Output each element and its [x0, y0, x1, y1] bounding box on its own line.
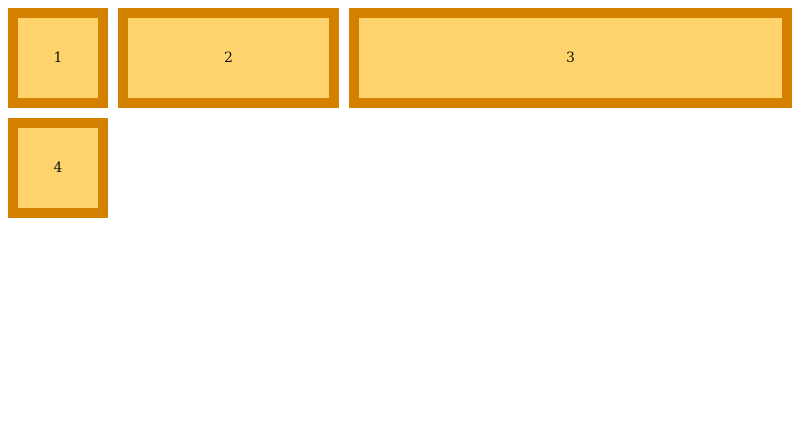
grid-box-2: 2 [118, 8, 339, 108]
grid-box-4: 4 [8, 118, 108, 218]
grid-box-label: 1 [53, 50, 63, 66]
grid-box-3: 3 [349, 8, 792, 108]
grid-box-1: 1 [8, 8, 108, 108]
grid-box-label: 4 [53, 160, 63, 176]
grid-box-label: 3 [566, 50, 575, 66]
grid-box-label: 2 [224, 50, 233, 66]
